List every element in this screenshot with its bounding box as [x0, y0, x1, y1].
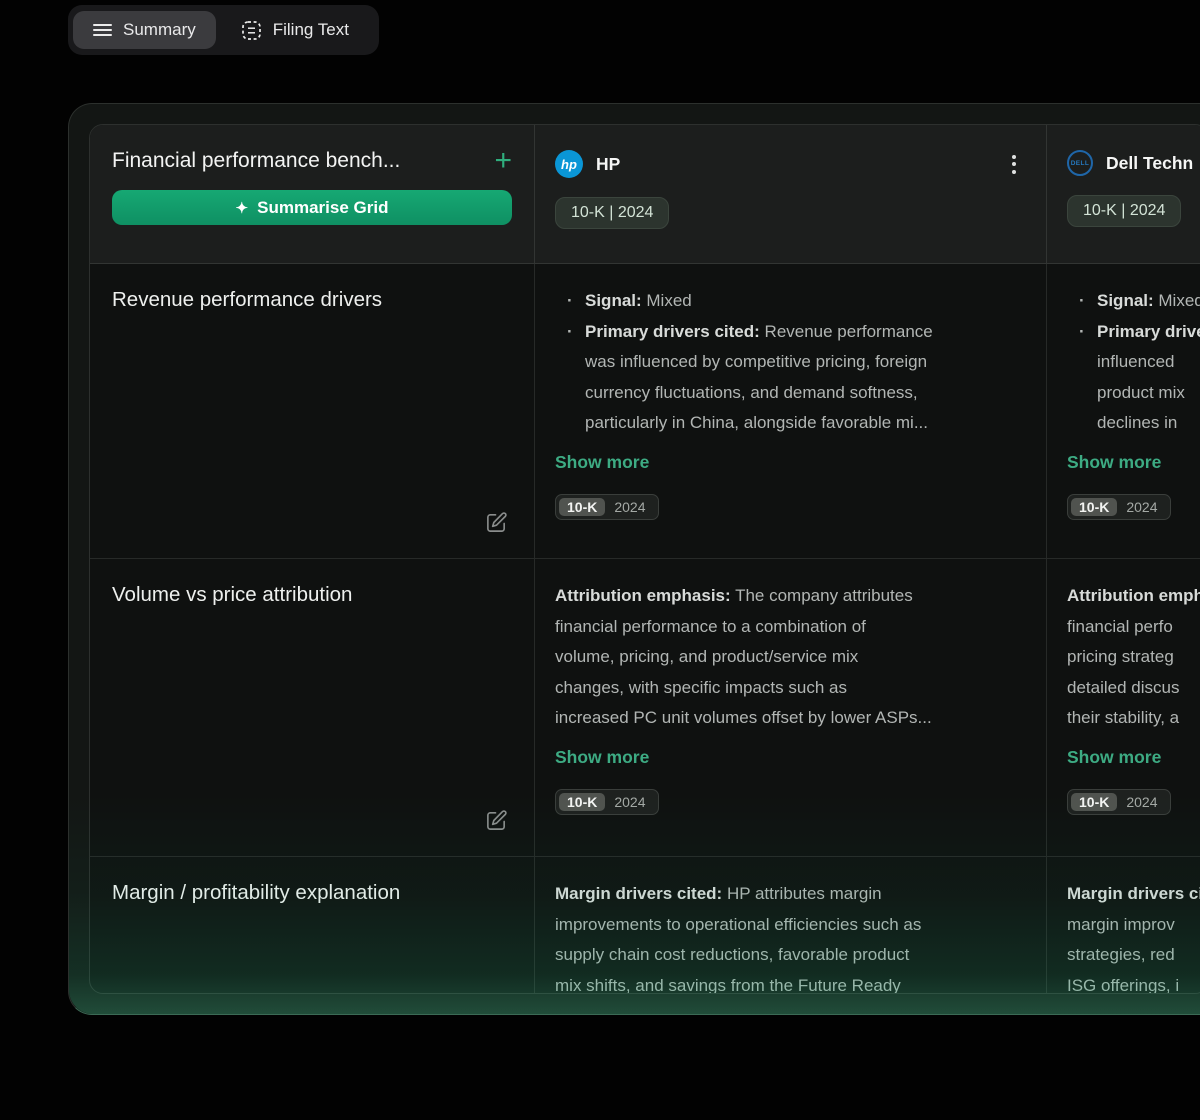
cell-line: Primary drivers cited: Revenue performan…: [555, 317, 1030, 348]
row-label-text: Volume vs price attribution: [112, 583, 512, 607]
kebab-menu-icon[interactable]: [1008, 151, 1020, 178]
cell-line: improvements to operational efficiencies…: [555, 910, 1030, 941]
hp-logo-icon: hp: [555, 150, 583, 178]
cell-line: margin improv: [1067, 910, 1200, 941]
cell-line: influenced: [1067, 347, 1200, 378]
view-tabbar: Summary Filing Text: [68, 5, 379, 55]
citation-badge[interactable]: 10-K2024: [1067, 789, 1171, 815]
row-label-volume: Volume vs price attribution: [90, 559, 535, 857]
edit-row-icon[interactable]: [485, 809, 508, 832]
summarise-grid-label: Summarise Grid: [257, 198, 388, 218]
row-label-text: Margin / profitability explanation: [112, 881, 512, 905]
cell-line: Margin drivers cited:: [1067, 879, 1200, 910]
dell-logo-icon: DELL: [1067, 150, 1093, 176]
cell-line: supply chain cost reductions, favorable …: [555, 940, 1030, 971]
cell-line: currency fluctuations, and demand softne…: [555, 378, 1030, 409]
show-more-link[interactable]: Show more: [1067, 452, 1161, 473]
grid-title: Financial performance bench...: [112, 149, 400, 173]
cell-line: Signal: Mixed: [555, 286, 1030, 317]
row-label-margin: Margin / profitability explanation: [90, 857, 535, 994]
cell-line: strategies, red: [1067, 940, 1200, 971]
cell-line: Signal: Mixed: [1067, 286, 1200, 317]
tab-filing-text[interactable]: Filing Text: [221, 11, 369, 49]
cell-line: particularly in China, alongside favorab…: [555, 408, 1030, 439]
show-more-link[interactable]: Show more: [1067, 747, 1161, 768]
cell-hp-margin: Margin drivers cited: HP attributes marg…: [535, 857, 1047, 994]
cell-hp-revenue: Signal: Mixed Primary drivers cited: Rev…: [535, 264, 1047, 559]
cell-line: detailed discus: [1067, 673, 1200, 704]
filing-badge[interactable]: 10-K | 2024: [1067, 195, 1181, 227]
cell-dell-revenue: Signal: Mixed Primary drivers cited: inf…: [1047, 264, 1200, 559]
citation-badge[interactable]: 10-K2024: [1067, 494, 1171, 520]
cell-line: volume, pricing, and product/service mix: [555, 642, 1030, 673]
company-name: Dell Techn: [1106, 153, 1193, 174]
cell-dell-margin: Margin drivers cited: margin improv stra…: [1047, 857, 1200, 994]
cell-line: Margin drivers cited: HP attributes marg…: [555, 879, 1030, 910]
tab-summary-label: Summary: [123, 20, 196, 40]
row-label-revenue: Revenue performance drivers: [90, 264, 535, 559]
cell-line: their stability, a: [1067, 703, 1200, 734]
cell-line: Attribution emphasis: The company attrib…: [555, 581, 1030, 612]
cell-line: financial performance to a combination o…: [555, 612, 1030, 643]
tab-summary[interactable]: Summary: [73, 11, 216, 49]
edit-row-icon[interactable]: [485, 511, 508, 534]
cell-line: pricing strateg: [1067, 642, 1200, 673]
cell-line: Primary drivers cited:: [1067, 317, 1200, 348]
cell-line: increased PC unit volumes offset by lowe…: [555, 703, 1030, 734]
summarise-grid-button[interactable]: ✦ Summarise Grid: [112, 190, 512, 225]
show-more-link[interactable]: Show more: [555, 747, 649, 768]
cell-line: Attribution emphasis:: [1067, 581, 1200, 612]
citation-badge[interactable]: 10-K2024: [555, 789, 659, 815]
filing-text-icon: [241, 20, 262, 41]
cell-line: declines in: [1067, 408, 1200, 439]
list-icon: [93, 23, 112, 37]
column-header-dell: DELL Dell Techn 10-K | 2024: [1047, 125, 1200, 264]
cell-line: ISG offerings, i: [1067, 971, 1200, 995]
filing-badge[interactable]: 10-K | 2024: [555, 197, 669, 229]
cell-line: mix shifts, and savings from the Future …: [555, 971, 1030, 995]
show-more-link[interactable]: Show more: [555, 452, 649, 473]
benchmark-grid-card: Financial performance bench... + ✦ Summa…: [68, 103, 1200, 1015]
cell-line: financial perfo: [1067, 612, 1200, 643]
sparkle-icon: ✦: [236, 199, 249, 217]
cell-line: was influenced by competitive pricing, f…: [555, 347, 1030, 378]
cell-hp-volume: Attribution emphasis: The company attrib…: [535, 559, 1047, 857]
column-header-hp: hp HP 10-K | 2024: [535, 125, 1047, 264]
benchmark-grid-panel: Financial performance bench... + ✦ Summa…: [89, 124, 1200, 994]
add-column-button[interactable]: +: [494, 149, 512, 173]
cell-line: product mix: [1067, 378, 1200, 409]
grid-header-cell: Financial performance bench... + ✦ Summa…: [90, 125, 535, 264]
cell-line: changes, with specific impacts such as: [555, 673, 1030, 704]
tab-filing-text-label: Filing Text: [273, 20, 349, 40]
citation-badge[interactable]: 10-K2024: [555, 494, 659, 520]
cell-dell-volume: Attribution emphasis: financial perfo pr…: [1047, 559, 1200, 857]
row-label-text: Revenue performance drivers: [112, 288, 512, 312]
company-name: HP: [596, 154, 620, 175]
